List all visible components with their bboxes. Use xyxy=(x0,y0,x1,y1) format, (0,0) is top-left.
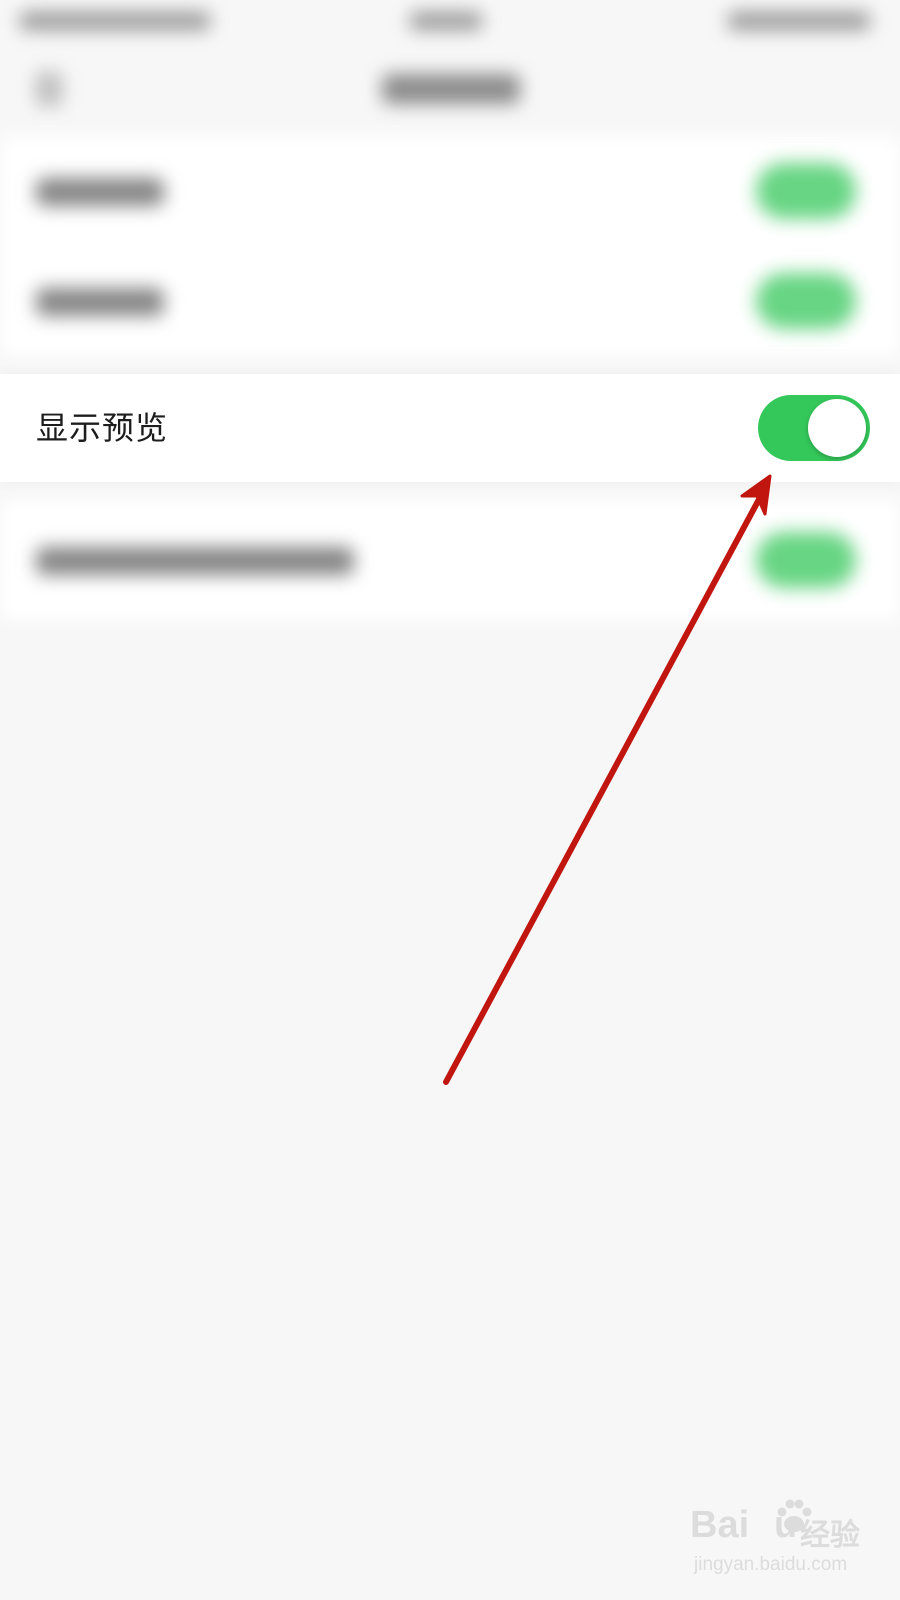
row-label-blurred xyxy=(36,288,164,316)
settings-row-blurred[interactable] xyxy=(0,505,900,615)
status-bar xyxy=(0,0,900,46)
row-label-blurred xyxy=(36,178,164,206)
show-preview-label: 显示预览 xyxy=(36,409,169,447)
settings-row-show-preview: 显示预览 xyxy=(0,374,900,482)
watermark-brand-right: u xyxy=(774,1504,798,1546)
watermark-brand-left: Bai xyxy=(690,1504,750,1546)
settings-row-blurred[interactable] xyxy=(0,246,900,356)
battery-blurred xyxy=(728,12,870,30)
back-arrow-icon[interactable] xyxy=(36,72,62,106)
settings-group-bottom xyxy=(0,500,900,620)
watermark-url: jingyan.baidu.com xyxy=(694,1554,848,1575)
toggle-switch-blurred[interactable] xyxy=(756,532,856,588)
toggle-knob xyxy=(808,399,866,457)
clock-blurred xyxy=(410,12,482,30)
baidu-jingyan-watermark: Bai u 经验 jingyan.baidu.com xyxy=(688,1499,868,1590)
row-label-blurred xyxy=(36,547,354,575)
settings-group-top xyxy=(0,136,900,356)
nav-bar xyxy=(0,46,900,136)
page-title-blurred xyxy=(382,74,520,104)
toggle-switch-blurred[interactable] xyxy=(756,273,856,329)
watermark-brand-cn: 经验 xyxy=(800,1518,860,1553)
show-preview-toggle[interactable] xyxy=(758,395,870,461)
toggle-switch-blurred[interactable] xyxy=(756,163,856,219)
settings-row-blurred[interactable] xyxy=(0,136,900,246)
carrier-signal-blurred xyxy=(20,12,210,30)
